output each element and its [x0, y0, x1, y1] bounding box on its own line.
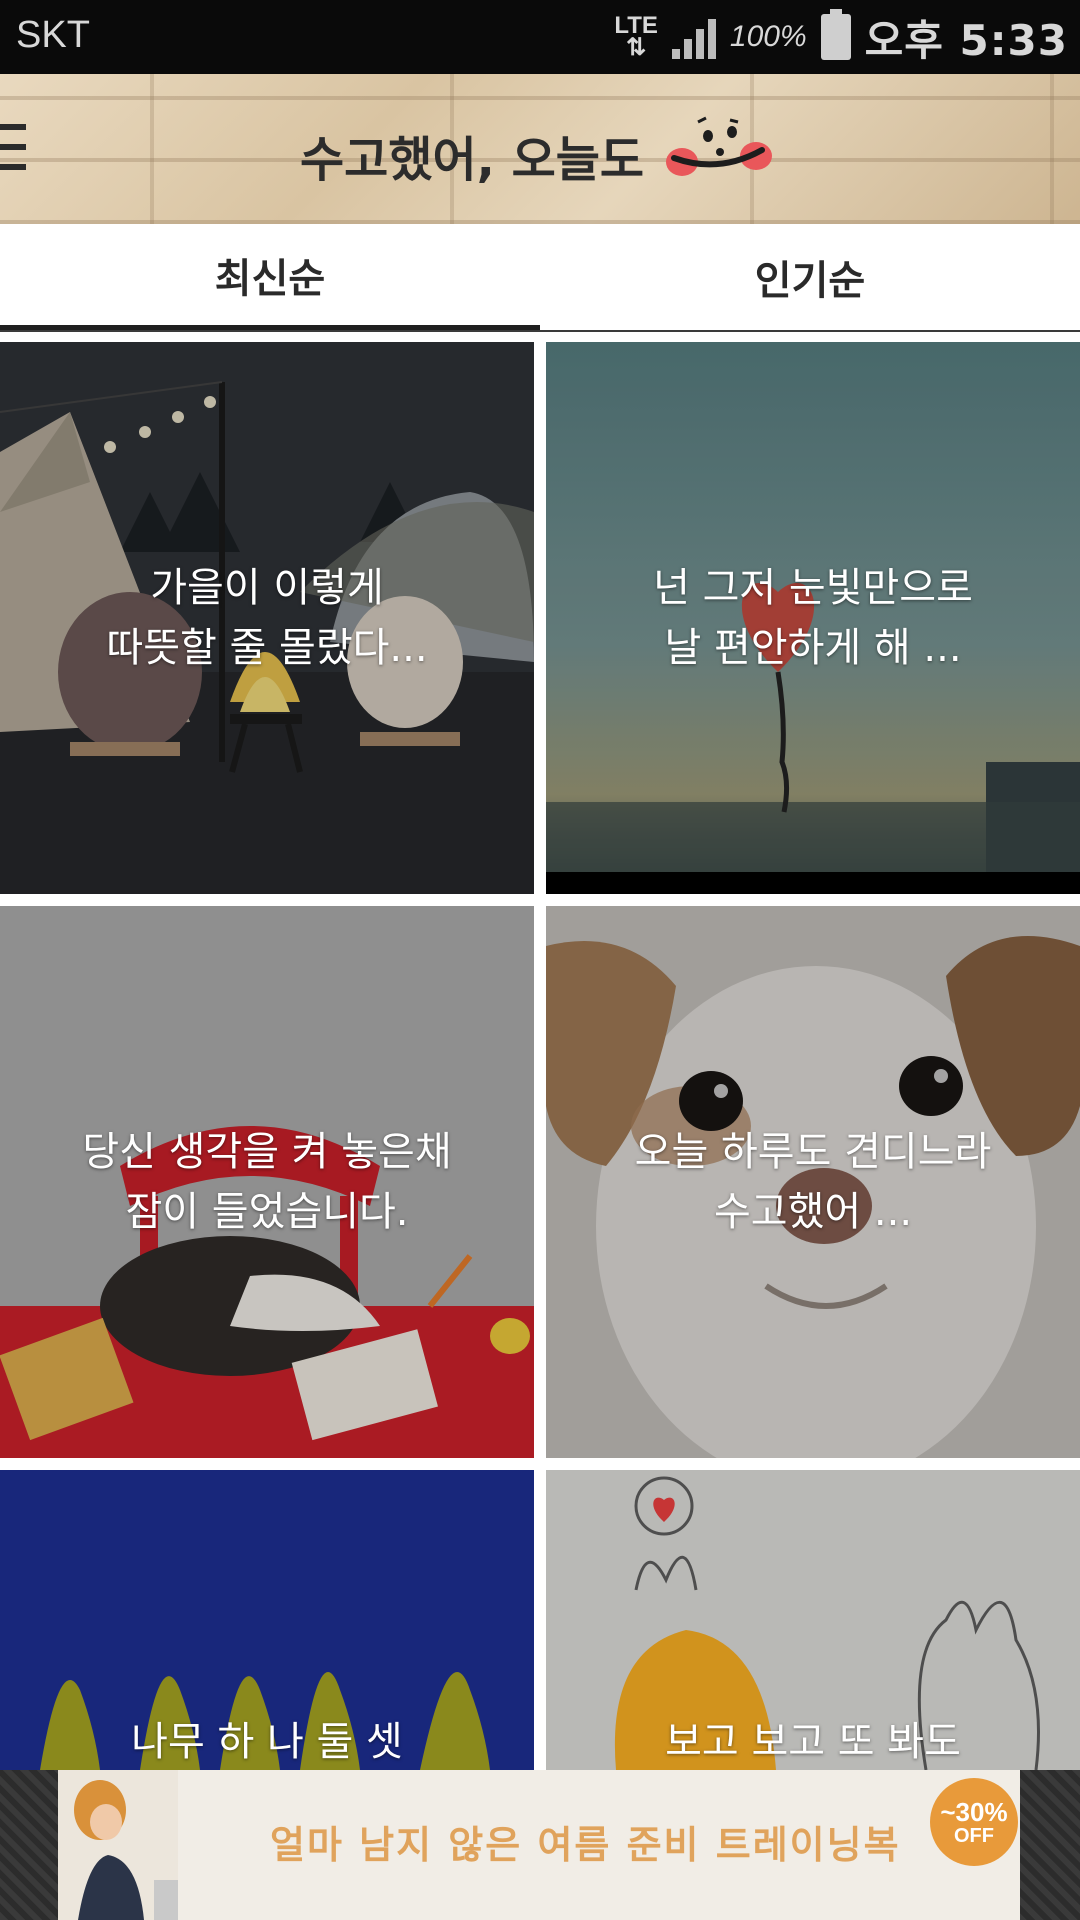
hamburger-menu-icon[interactable] — [0, 124, 30, 170]
post-card[interactable]: 오늘 하루도 견디느라 수고했어 ... — [546, 906, 1080, 1458]
caption-line-1: 넌 그저 눈빛만으로 — [653, 565, 973, 611]
caption-line-2: 수고했어 ... — [713, 1189, 913, 1235]
tab-popular[interactable]: 인기순 — [540, 224, 1080, 330]
sort-tabs: 최신순 인기순 — [0, 224, 1080, 332]
clock: 오후 5:33 — [864, 15, 1068, 65]
caption-line-1: 나무 하 나 둘 셋 — [131, 1719, 403, 1765]
ad-model-image — [58, 1770, 178, 1920]
caption-line-2: 따뜻할 줄 몰랐다... — [106, 625, 428, 671]
signal-icon — [671, 15, 716, 59]
battery-icon — [820, 9, 851, 60]
caption-line-1: 가을이 이렇게 — [150, 565, 384, 611]
post-caption: 보고 보고 또 봐도 — [546, 1470, 1080, 1770]
post-caption: 가을이 이렇게 따뜻할 줄 몰랐다... — [0, 342, 534, 894]
ad-banner[interactable]: 얼마 남지 않은 여름 준비 트레이닝복 ~30% OFF — [0, 1770, 1080, 1920]
post-card[interactable]: 당신 생각을 켜 놓은채 잠이 들었습니다. — [0, 906, 534, 1458]
discount-percent: ~30% — [940, 1797, 1008, 1827]
ad-content[interactable]: 얼마 남지 않은 여름 준비 트레이닝복 ~30% OFF — [58, 1770, 1020, 1920]
ad-text: 얼마 남지 않은 여름 준비 트레이닝복 — [270, 1823, 901, 1867]
caption-line-1: 오늘 하루도 견디느라 — [634, 1129, 992, 1175]
caption-line-1: 당신 생각을 켜 놓은채 — [82, 1129, 452, 1175]
post-caption: 나무 하 나 둘 셋 — [0, 1470, 534, 1770]
caption-line-2: 날 편안하게 해 ... — [664, 625, 962, 671]
app-header: 수고했어, 오늘도 — [0, 74, 1080, 224]
post-caption: 넌 그저 눈빛만으로 날 편안하게 해 ... — [546, 342, 1080, 894]
status-icons: LTE ⇅ 100% 오후 5:33 — [614, 6, 1068, 68]
post-caption: 당신 생각을 켜 놓은채 잠이 들었습니다. — [0, 906, 534, 1458]
post-card[interactable]: 보고 보고 또 봐도 — [546, 1470, 1080, 1770]
discount-off: OFF — [954, 1825, 994, 1847]
post-caption: 오늘 하루도 견디느라 수고했어 ... — [546, 906, 1080, 1458]
battery-percent: 100% — [729, 20, 807, 53]
post-card[interactable]: 가을이 이렇게 따뜻할 줄 몰랐다... — [0, 342, 534, 894]
status-bar: SKT LTE ⇅ 100% 오후 5:33 — [0, 0, 1080, 74]
smiley-face-logo — [666, 116, 772, 176]
post-card[interactable]: 넌 그저 눈빛만으로 날 편안하게 해 ... — [546, 342, 1080, 894]
tab-latest[interactable]: 최신순 — [0, 224, 540, 330]
app-title: 수고했어, 오늘도 — [300, 132, 645, 188]
discount-badge: ~30% OFF — [930, 1778, 1018, 1866]
carrier-label: SKT — [16, 14, 90, 56]
lte-icon: LTE ⇅ — [614, 12, 658, 61]
caption-line-1: 보고 보고 또 봐도 — [665, 1719, 961, 1765]
post-card[interactable]: 나무 하 나 둘 셋 — [0, 1470, 534, 1770]
caption-line-2: 잠이 들었습니다. — [125, 1189, 409, 1235]
